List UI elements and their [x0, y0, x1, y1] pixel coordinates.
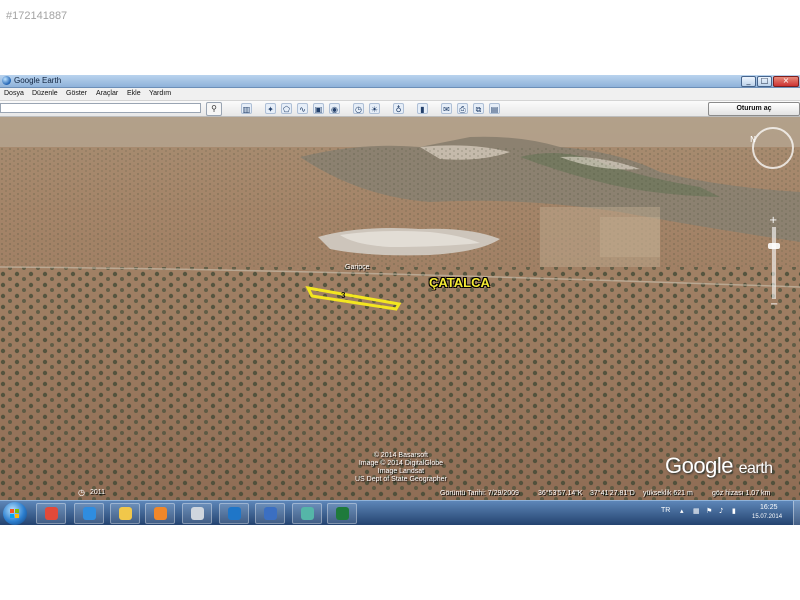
search-icon[interactable]: ⚲: [206, 102, 222, 116]
historical-clock-icon[interactable]: ◷: [78, 488, 85, 497]
logo-word-google: Google: [665, 453, 733, 478]
zoom-in-icon[interactable]: +: [769, 215, 777, 226]
windows-logo-icon: [10, 509, 20, 519]
copyright-line: Image © 2014 DigitalGlobe: [358, 460, 443, 467]
terrain-imagery: [0, 117, 800, 500]
menu-edit[interactable]: Düzenle: [32, 88, 58, 100]
language-indicator[interactable]: TR: [661, 507, 670, 514]
media-player-icon: [154, 507, 167, 520]
ruler-icon[interactable]: ▮: [417, 103, 428, 114]
polygon-icon[interactable]: ⬠: [281, 103, 292, 114]
taskbar-app-media-player[interactable]: [145, 503, 175, 524]
small-place-label: Garipçe: [345, 264, 370, 271]
path-icon[interactable]: ∿: [297, 103, 308, 114]
close-button[interactable]: ×: [773, 76, 799, 87]
tour-icon[interactable]: ◉: [329, 103, 340, 114]
toolbar: ⚲ ▥ ✦ ⬠ ∿ ▣ ◉ ◷ ☀ ♁ ▮ ✉ ⎙ ⧉ ▤ Oturum aç: [0, 101, 800, 117]
sunlight-icon[interactable]: ☀: [369, 103, 380, 114]
historical-year: 2011: [90, 489, 106, 496]
placemark-icon[interactable]: ✦: [265, 103, 276, 114]
listing-id: #172141887: [6, 10, 68, 22]
historical-imagery-icon[interactable]: ◷: [353, 103, 364, 114]
network-icon[interactable]: ▦: [693, 507, 700, 515]
elevation: yükseklik 621 m: [643, 490, 693, 497]
menu-file[interactable]: Dosya: [4, 88, 24, 100]
menu-view[interactable]: Göster: [66, 88, 87, 100]
zoom-slider[interactable]: [772, 227, 776, 299]
flag-icon[interactable]: ⚑: [706, 507, 712, 515]
menu-bar: Dosya Düzenle Göster Araçlar Ekle Yardım: [0, 88, 800, 101]
google-earth-icon: [264, 507, 277, 520]
google-earth-logo: Google earth: [665, 453, 773, 479]
copyright-line: US Dept of State Geographer: [355, 476, 447, 483]
save-image-icon[interactable]: ⧉: [473, 103, 484, 114]
chrome-icon: [45, 507, 58, 520]
title-bar: Google Earth _ □ ×: [0, 75, 800, 88]
windows-taskbar: TR ▴ ▦ ⚑ ♪ ▮ 16:25 15.07.2014: [0, 500, 800, 525]
taskbar-app-netgis[interactable]: [292, 503, 322, 524]
search-input[interactable]: [0, 103, 201, 113]
menu-add[interactable]: Ekle: [127, 88, 141, 100]
explorer-folder-icon: [119, 507, 132, 520]
taskbar-app-ie[interactable]: [74, 503, 104, 524]
maps-icon[interactable]: ▤: [489, 103, 500, 114]
maximize-button[interactable]: □: [757, 76, 772, 87]
excel-icon: [336, 507, 349, 520]
copyright-line: © 2014 Basarsoft: [373, 452, 429, 459]
taskbar-app-teamviewer[interactable]: [219, 503, 249, 524]
volume-icon[interactable]: ♪: [719, 507, 723, 515]
clock-date[interactable]: 15.07.2014: [752, 514, 782, 520]
sidebar-toggle-icon[interactable]: ▥: [241, 103, 252, 114]
email-icon[interactable]: ✉: [441, 103, 452, 114]
logo-word-earth: earth: [738, 460, 773, 477]
google-earth-app-icon: [2, 76, 11, 85]
imagery-date: Görüntü Tarihi: 7/29/2009: [440, 490, 519, 497]
place-label-catalca: ÇATALCA: [429, 275, 490, 290]
status-line: ◷ 2011 Görüntü Tarihi: 7/29/2009 36°53'5…: [0, 487, 800, 500]
earth-3d-view[interactable]: Garipçe ÇATALCA 3 N + − © 2014 Basarsoft…: [0, 117, 800, 500]
imagery-copyright: © 2014 Basarsoft Image © 2014 DigitalGlo…: [355, 452, 447, 484]
menu-tools[interactable]: Araçlar: [96, 88, 118, 100]
print-icon[interactable]: ⎙: [457, 103, 468, 114]
latitude: 36°53'57.14"K: [538, 490, 583, 497]
tray-expand-icon[interactable]: ▴: [680, 507, 684, 515]
menu-help[interactable]: Yardım: [149, 88, 171, 100]
power-icon[interactable]: ▮: [732, 507, 736, 515]
taskbar-app-calculator[interactable]: [182, 503, 212, 524]
netgis-icon: [301, 507, 314, 520]
google-earth-window: Google Earth _ □ × Dosya Düzenle Göster …: [0, 75, 800, 525]
longitude: 37°41'27.81"D: [590, 490, 635, 497]
zoom-slider-handle[interactable]: [768, 243, 780, 249]
parcel-number: 3: [341, 291, 346, 300]
taskbar-app-google-earth[interactable]: [255, 503, 285, 524]
teamviewer-icon: [228, 507, 241, 520]
eye-altitude: göz hizası 1.07 km: [712, 490, 771, 497]
look-navigation-ring[interactable]: [752, 127, 794, 169]
copyright-line: Image Landsat: [377, 468, 425, 475]
image-overlay-icon[interactable]: ▣: [313, 103, 324, 114]
planet-icon[interactable]: ♁: [393, 103, 404, 114]
sign-in-button[interactable]: Oturum aç: [708, 102, 800, 116]
minimize-button[interactable]: _: [741, 76, 756, 87]
taskbar-app-chrome[interactable]: [36, 503, 66, 524]
taskbar-app-explorer[interactable]: [110, 503, 140, 524]
calculator-icon: [191, 507, 204, 520]
zoom-out-icon[interactable]: −: [770, 299, 778, 310]
window-title: Google Earth: [14, 76, 62, 85]
clock-time[interactable]: 16:25: [760, 504, 778, 511]
internet-explorer-icon: [83, 507, 96, 520]
show-desktop-button[interactable]: [793, 501, 800, 525]
compass-north-icon[interactable]: N: [750, 135, 756, 144]
taskbar-app-excel[interactable]: [327, 503, 357, 524]
